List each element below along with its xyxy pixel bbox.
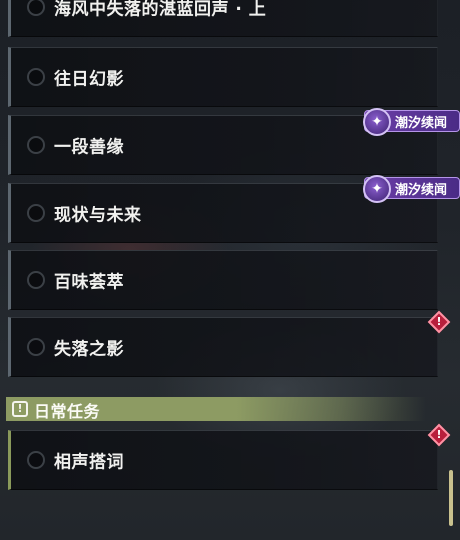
- quest-item-baiwei[interactable]: 百味荟萃: [8, 250, 438, 310]
- quest-item-wangri[interactable]: 往日幻影: [8, 47, 438, 107]
- quest-status-circle: [27, 68, 45, 86]
- quest-list: 海风中失落的湛蓝回声 · 上 往日幻影 一段善缘 现状与未来 百味荟萃 失落之影…: [0, 0, 460, 540]
- quest-status-circle: [27, 204, 45, 222]
- quest-item-haifeng[interactable]: 海风中失落的湛蓝回声 · 上: [8, 0, 438, 37]
- quest-title: 现状与未来: [54, 205, 142, 226]
- quest-item-xiangsheng[interactable]: 相声搭词: [8, 430, 438, 490]
- quest-status-circle: [27, 338, 45, 356]
- chaoxi-tag: ✦ 潮汐续闻: [363, 108, 460, 136]
- quest-title: 相声搭词: [54, 452, 124, 473]
- quest-item-shiluo[interactable]: 失落之影: [8, 317, 438, 377]
- quest-status-circle: [27, 0, 45, 16]
- section-title: 日常任务: [34, 402, 101, 421]
- sparkle-moon-icon: ✦: [363, 108, 391, 136]
- exclamation-box-icon: !: [12, 401, 28, 417]
- quest-status-circle: [27, 451, 45, 469]
- quest-status-circle: [27, 136, 45, 154]
- warning-icon: !: [427, 423, 451, 447]
- quest-title: 往日幻影: [54, 69, 124, 90]
- tag-label: 潮汐续闻: [395, 115, 448, 131]
- quest-title: 失落之影: [54, 339, 124, 360]
- quest-status-circle: [27, 271, 45, 289]
- chaoxi-tag: ✦ 潮汐续闻: [363, 175, 460, 203]
- tag-label: 潮汐续闻: [395, 182, 448, 198]
- quest-title: 百味荟萃: [54, 272, 124, 293]
- warning-icon: !: [427, 310, 451, 334]
- quest-title: 一段善缘: [54, 137, 124, 158]
- scrollbar[interactable]: [449, 470, 453, 526]
- quest-title: 海风中失落的湛蓝回声 · 上: [54, 0, 267, 20]
- daily-section-header: ! 日常任务: [6, 397, 426, 421]
- sparkle-moon-icon: ✦: [363, 175, 391, 203]
